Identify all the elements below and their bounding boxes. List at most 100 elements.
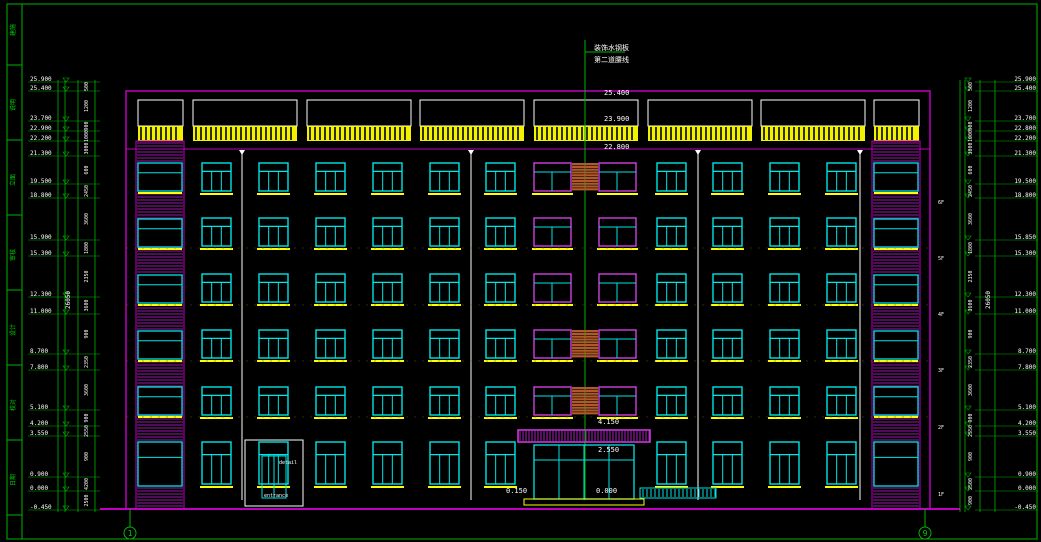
window-ground xyxy=(429,441,460,485)
brick-panel xyxy=(572,395,598,398)
brick-panel xyxy=(572,398,598,401)
window xyxy=(485,329,516,359)
window xyxy=(656,273,687,303)
elevation-label: 21.300 xyxy=(30,150,52,157)
floor-label: 2F xyxy=(938,425,944,431)
window xyxy=(712,217,743,247)
elevation-label: 12.300 xyxy=(1014,291,1036,298)
parapet-frame xyxy=(419,99,525,127)
window xyxy=(656,162,687,192)
dimension-label: 500 xyxy=(84,82,90,91)
elev-triangle xyxy=(964,292,972,298)
brick-panel xyxy=(572,406,598,409)
window xyxy=(826,386,857,416)
dimension-label: 600 xyxy=(968,165,974,174)
window-ground xyxy=(656,441,687,485)
brick-panel xyxy=(572,344,598,347)
brick-panel xyxy=(572,179,598,182)
elev-triangle xyxy=(62,472,70,478)
parapet-panels xyxy=(137,99,920,141)
elevation-label: 25.400 xyxy=(30,85,52,92)
window-ground xyxy=(826,441,857,485)
column-window xyxy=(873,386,919,416)
dimension-label: 2350 xyxy=(968,356,974,368)
elevation-label: 22.900 xyxy=(30,125,52,132)
total-dimension: 26050 xyxy=(985,291,992,309)
elevation-label: 3.550 xyxy=(30,430,48,437)
elevation-label: 7.800 xyxy=(30,364,48,371)
brick-panel xyxy=(572,349,598,352)
title-strip-label: 立面 xyxy=(9,174,17,186)
dimension-label: 900 xyxy=(968,452,974,461)
parapet-frame xyxy=(192,99,298,127)
brick-panel xyxy=(572,182,598,185)
window xyxy=(258,329,289,359)
side-step-elevation: 0.150 xyxy=(506,487,527,495)
window xyxy=(769,162,800,192)
elev-triangle xyxy=(62,77,70,83)
elevation-label: -0.450 xyxy=(1014,504,1036,511)
brick-panel xyxy=(572,346,598,349)
elevation-label: 3.550 xyxy=(1018,430,1036,437)
elev-triangle xyxy=(62,421,70,427)
window xyxy=(712,329,743,359)
entrance-floor-elevation: 0.000 xyxy=(596,487,617,495)
parapet-frame xyxy=(760,99,866,127)
window xyxy=(485,273,516,303)
window xyxy=(429,217,460,247)
elev-triangle xyxy=(62,431,70,437)
elev-triangle xyxy=(62,235,70,241)
elevation-label: 4.200 xyxy=(1018,420,1036,427)
title-strip-label: 建施 xyxy=(9,24,17,36)
window xyxy=(429,386,460,416)
window xyxy=(201,217,232,247)
window xyxy=(656,386,687,416)
brick-panel xyxy=(572,352,598,355)
brick-panel xyxy=(572,387,598,390)
dimension-label: 3600 xyxy=(968,213,974,225)
elev-triangle xyxy=(62,349,70,355)
elevation-label: 22.200 xyxy=(1014,135,1036,142)
brick-panel xyxy=(572,165,598,168)
window xyxy=(258,386,289,416)
column-window xyxy=(873,274,919,304)
title-strip-label: 说明 xyxy=(9,99,17,111)
window-ground xyxy=(485,441,516,485)
top-label-2: 第二道腰线 xyxy=(594,55,629,64)
column-window xyxy=(137,162,183,192)
downpipe-head xyxy=(239,150,245,155)
elevation-label: -0.450 xyxy=(30,504,52,511)
elev-triangle xyxy=(964,116,972,122)
roof-elevation: 25.400 xyxy=(604,89,629,97)
dimension-label: 3600 xyxy=(84,299,90,311)
brick-panel xyxy=(572,401,598,404)
window xyxy=(485,217,516,247)
brick-panel xyxy=(572,188,598,191)
window xyxy=(826,217,857,247)
elev-triangle xyxy=(964,405,972,411)
elevation-label: 18.800 xyxy=(30,192,52,199)
elev-triangle xyxy=(964,179,972,185)
window xyxy=(315,162,346,192)
window xyxy=(656,217,687,247)
window xyxy=(712,386,743,416)
elevation-label: 15.300 xyxy=(30,250,52,257)
elev-triangle xyxy=(62,136,70,142)
side-columns xyxy=(135,140,921,510)
elevation-label: 5.100 xyxy=(1018,404,1036,411)
floor-label: 5F xyxy=(938,256,944,262)
column-window xyxy=(873,218,919,248)
dimension-label: 500 xyxy=(968,82,974,91)
dimension-label: 900 xyxy=(968,121,974,130)
floor-label: 3F xyxy=(938,368,944,374)
window xyxy=(485,386,516,416)
window xyxy=(712,273,743,303)
brick-panel xyxy=(572,409,598,412)
dimension-label: 4200 xyxy=(84,478,90,490)
elevation-label: 25.400 xyxy=(1014,85,1036,92)
dimension-label: 2450 xyxy=(84,185,90,197)
elev-triangle xyxy=(62,151,70,157)
elev-triangle xyxy=(62,116,70,122)
title-strip-label: 审核 xyxy=(9,249,17,261)
dimension-label: 900 xyxy=(968,329,974,338)
